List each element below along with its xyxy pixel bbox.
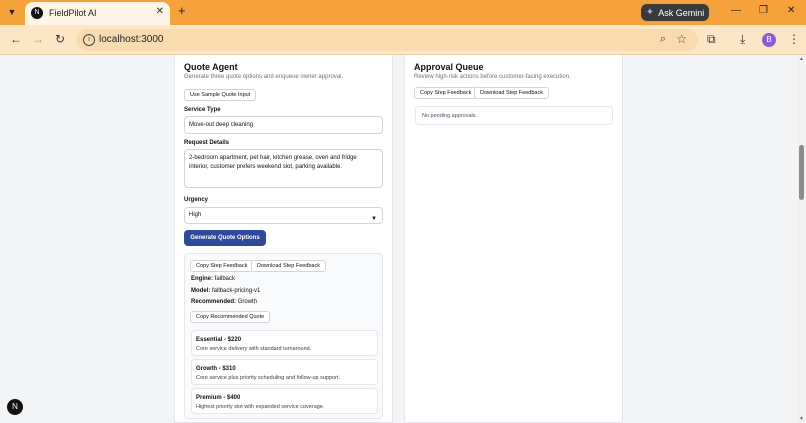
quote-option-title: Essential - $220 xyxy=(196,337,242,343)
quote-option-desc: Highest priority slot with expanded serv… xyxy=(196,404,325,410)
request-details-field[interactable]: 2-bedroom apartment, pet hair, kitchen g… xyxy=(184,149,383,188)
service-type-label: Service Type xyxy=(184,107,221,113)
back-arrow-icon[interactable]: ← xyxy=(10,32,22,46)
quote-agent-subtitle: Generate three quote options and enqueue… xyxy=(184,74,344,80)
close-icon[interactable]: ✕ xyxy=(156,6,164,17)
engine-row: Engine: fallback xyxy=(191,276,235,282)
approval-queue-panel: Approval Queue Review high-risk actions … xyxy=(404,55,623,423)
tab-strip: ▼ N FieldPilot AI ✕ + ✦ Ask Gemini — ❐ ✕ xyxy=(0,0,806,25)
minimize-icon[interactable]: — xyxy=(731,5,741,16)
close-window-icon[interactable]: ✕ xyxy=(787,5,795,16)
ask-gemini-button[interactable]: ✦ Ask Gemini xyxy=(641,4,709,21)
reload-icon[interactable]: ↻ xyxy=(55,32,65,46)
urgency-label: Urgency xyxy=(184,197,209,203)
quote-option-desc: Core service delivery with standard turn… xyxy=(196,346,312,352)
active-tab[interactable]: N FieldPilot AI ✕ xyxy=(25,2,170,25)
quote-result-card: Copy Step Feedback Download Step Feedbac… xyxy=(184,253,383,419)
avatar[interactable]: B xyxy=(762,33,776,47)
gemini-icon: ✦ xyxy=(645,7,655,18)
quote-agent-title: Quote Agent xyxy=(184,62,238,72)
approval-queue-subtitle: Review high-risk actions before customer… xyxy=(414,74,571,80)
quote-option-growth: Growth - $310 Core service plus priority… xyxy=(191,359,378,385)
ask-gemini-label: Ask Gemini xyxy=(658,7,705,18)
address-bar[interactable]: i localhost:3000 ⌕ ☆ xyxy=(76,29,698,51)
recommended-label: Recommended: xyxy=(191,299,237,305)
browser-toolbar: ← → ↻ i localhost:3000 ⌕ ☆ ⧉ ⤓ ⋮ xyxy=(0,25,806,55)
urgency-select[interactable]: High ▼ xyxy=(184,207,383,224)
restore-icon[interactable]: ❐ xyxy=(759,5,768,16)
download-step-feedback-button[interactable]: Download Step Feedback xyxy=(474,87,549,99)
quote-option-essential: Essential - $220 Core service delivery w… xyxy=(191,330,378,356)
copy-step-feedback-button[interactable]: Copy Step Feedback xyxy=(414,87,478,99)
quote-agent-panel: Quote Agent Generate three quote options… xyxy=(174,55,393,423)
recommended-value: Growth xyxy=(237,299,258,305)
star-icon[interactable]: ☆ xyxy=(676,32,687,46)
copy-step-feedback-button[interactable]: Copy Step Feedback xyxy=(190,260,254,272)
model-row: Model: fallback-pricing-v1 xyxy=(191,288,260,294)
approval-queue-title: Approval Queue xyxy=(414,62,484,72)
scroll-down-icon[interactable]: ▼ xyxy=(799,416,804,422)
model-value: fallback-pricing-v1 xyxy=(212,288,261,294)
site-info-icon[interactable]: i xyxy=(83,34,95,46)
download-icon[interactable]: ⤓ xyxy=(740,32,745,46)
chevron-down-icon: ▼ xyxy=(371,216,377,222)
new-tab-button[interactable]: + xyxy=(178,4,186,18)
request-details-label: Request Details xyxy=(184,140,230,146)
quote-option-desc: Core service plus priority scheduling an… xyxy=(196,375,340,381)
quote-option-title: Premium - $400 xyxy=(196,395,241,401)
page-viewport: Quote Agent Generate three quote options… xyxy=(0,55,798,423)
sample-input-button[interactable]: Use Sample Quote Input xyxy=(184,89,257,101)
kebab-menu-icon[interactable]: ⋮ xyxy=(788,32,800,46)
tab-title: FieldPilot AI xyxy=(49,8,97,18)
model-label: Model: xyxy=(191,288,211,294)
quote-option-premium: Premium - $400 Highest priority slot wit… xyxy=(191,388,378,414)
chevron-down-icon[interactable]: ▼ xyxy=(4,4,20,20)
urgency-value: High xyxy=(189,212,202,218)
puzzle-icon[interactable]: ⧉ xyxy=(707,32,716,46)
quote-option-title: Growth - $310 xyxy=(196,366,236,372)
scrollbar-thumb[interactable] xyxy=(799,145,804,200)
forward-arrow-icon[interactable]: → xyxy=(32,32,44,46)
recommended-row: Recommended: Growth xyxy=(191,299,257,305)
engine-value: fallback xyxy=(214,276,236,282)
generate-quote-button[interactable]: Generate Quote Options xyxy=(184,230,266,246)
empty-approvals: No pending approvals. xyxy=(415,106,613,125)
url-text[interactable]: localhost:3000 xyxy=(99,34,164,45)
page-scrollbar[interactable]: ▲ ▼ xyxy=(798,55,806,423)
scroll-up-icon[interactable]: ▲ xyxy=(799,56,804,62)
nextjs-icon[interactable]: N xyxy=(7,399,23,415)
service-type-field[interactable]: Move-out deep cleaning xyxy=(184,116,383,134)
copy-recommended-quote-button[interactable]: Copy Recommended Quote xyxy=(190,311,271,323)
engine-label: Engine: xyxy=(191,276,213,282)
download-step-feedback-button[interactable]: Download Step Feedback xyxy=(251,260,326,272)
nextjs-icon: N xyxy=(31,7,43,19)
zoom-icon[interactable]: ⌕ xyxy=(660,33,666,46)
